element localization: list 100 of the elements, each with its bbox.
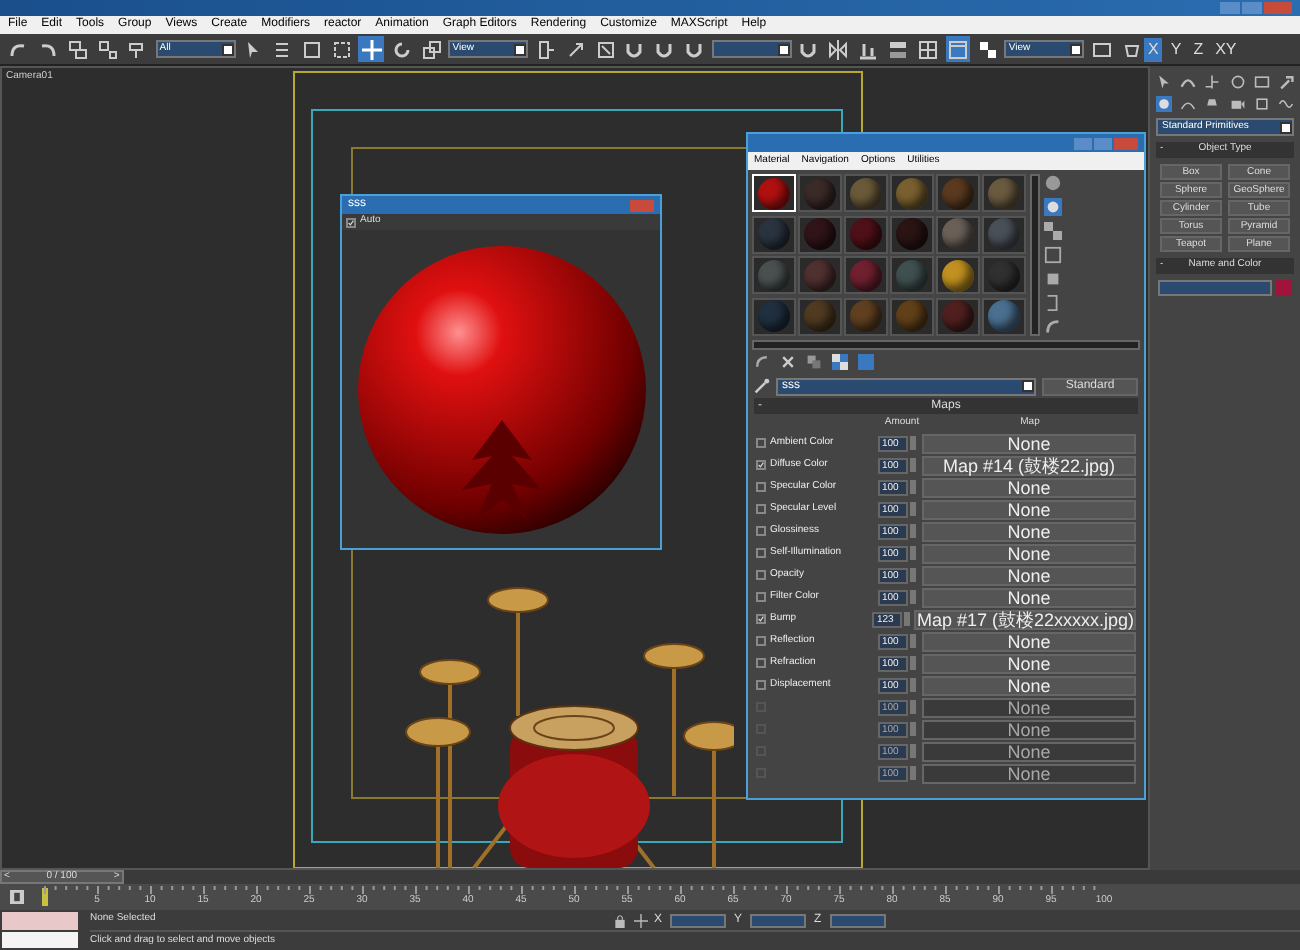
camera-icon[interactable] [1229,96,1246,112]
sphere-icon[interactable] [1044,174,1062,192]
cup-icon [1121,39,1142,59]
toolbar-button[interactable] [418,36,445,62]
horizontal-scrollbar[interactable] [752,340,1140,350]
toolbar-button[interactable] [328,36,355,62]
coordinate-field[interactable] [750,913,807,927]
auto-checkbox[interactable] [346,217,356,227]
coordinate-field[interactable] [670,913,727,927]
squares-icon[interactable] [806,354,822,370]
map-button[interactable]: None [922,521,1136,541]
magnet-icon [654,39,675,59]
cursor-icon [242,39,263,59]
magnet-icon [798,39,819,59]
map-button[interactable]: None [922,433,1136,453]
maxscript-listener-field[interactable] [2,912,78,929]
map-checkbox[interactable] [756,680,766,690]
map-button[interactable]: Map #17 (鼓楼22xxxxx.jpg) [914,609,1136,629]
toolbar-dropdown[interactable] [711,40,792,58]
map-checkbox[interactable] [756,658,766,668]
magnet-icon [684,39,705,59]
grid-icon [918,39,939,59]
close-icon[interactable] [780,354,796,370]
maximize-button[interactable] [1094,137,1112,149]
map-checkbox[interactable] [756,570,766,580]
toolbar-button[interactable] [358,36,385,62]
monitor-icon[interactable] [1253,74,1270,90]
eyedropper-icon[interactable] [754,378,770,394]
checker-icon[interactable] [1044,222,1062,240]
scale-icon [421,39,442,59]
scrollbar[interactable] [1030,174,1040,336]
toolbar-button[interactable] [592,36,619,62]
square-icon[interactable] [1253,96,1270,112]
sphere-icon[interactable] [1156,96,1172,112]
toolbar-button[interactable] [825,36,852,62]
lock-icon[interactable] [614,913,626,927]
layers-icon [888,39,909,59]
window-icon [1091,39,1112,59]
wave-icon[interactable] [1277,96,1294,112]
viewport[interactable] [0,66,1150,870]
axis-constraint-button[interactable]: XY [1211,37,1241,61]
toolbar-button[interactable] [885,36,912,62]
map-checkbox[interactable] [756,636,766,646]
list-icon [272,39,293,59]
square-icon[interactable] [1044,270,1062,288]
axis-constraint-button[interactable]: Y [1166,37,1186,61]
circle-icon[interactable] [1229,74,1246,90]
map-button[interactable]: None [922,675,1136,695]
toolbar-button[interactable] [299,36,325,62]
map-checkbox[interactable] [756,460,766,470]
arrows-icon [565,39,586,59]
map-button: None [922,741,1136,761]
map-checkbox[interactable] [756,504,766,514]
crosshair-icon[interactable] [634,913,648,927]
object-name-field[interactable] [1158,280,1272,296]
map-button: None [922,763,1136,783]
toolbar-button[interactable] [974,36,1001,62]
map-button: None [922,719,1136,739]
map-checkbox[interactable] [756,482,766,492]
toolbar-button[interactable] [65,36,92,62]
map-button[interactable]: None [922,587,1136,607]
map-button: None [922,697,1136,717]
minimize-button[interactable] [1074,137,1092,149]
toolbar-button[interactable] [95,36,122,62]
tree-icon[interactable] [1204,74,1221,90]
pointer-icon[interactable] [1156,74,1172,90]
map-checkbox[interactable] [756,592,766,602]
map-checkbox[interactable] [756,438,766,448]
map-button[interactable]: None [922,565,1136,585]
window-icon [947,39,968,59]
map-button[interactable]: None [922,477,1136,497]
toolbar-button[interactable] [915,36,941,62]
align-icon [858,39,879,59]
color-swatch[interactable] [1276,280,1292,296]
rainbow-icon[interactable] [1180,74,1197,90]
map-button[interactable]: None [922,631,1136,651]
checker-icon[interactable] [832,354,848,370]
maxscript-listener-field[interactable] [2,931,78,948]
map-button[interactable]: Map #14 (鼓楼22.jpg) [922,455,1136,475]
map-checkbox[interactable] [756,548,766,558]
coordinate-field[interactable] [829,913,886,927]
squares-icon [68,39,89,59]
checker-icon [977,39,998,59]
map-checkbox[interactable] [756,614,766,624]
map-button[interactable]: None [922,653,1136,673]
map-button[interactable]: None [922,543,1136,563]
time-marker[interactable] [42,888,48,906]
map-button[interactable]: None [922,499,1136,519]
square-icon [302,39,322,59]
bracket-icon[interactable] [1044,294,1062,312]
map-checkbox[interactable] [756,526,766,536]
cross-arrows-icon [361,39,382,59]
mirror-icon [828,39,849,59]
axis-constraint-button[interactable]: Z [1189,37,1208,61]
toolbar-button[interactable] [945,36,971,62]
squares-icon [98,39,119,59]
square-icon[interactable] [1044,246,1062,264]
square-icon [331,39,352,59]
magnet-icon [624,39,645,59]
key-icon[interactable] [10,890,24,904]
